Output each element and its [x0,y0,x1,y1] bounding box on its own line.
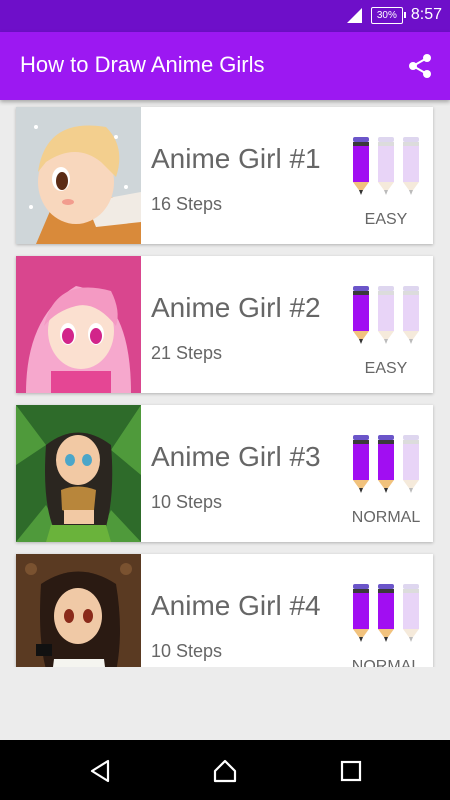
battery-icon: 30% [370,6,406,24]
signal-icon [346,8,362,23]
tutorial-thumbnail [16,554,141,667]
tutorial-card[interactable]: Anime Girl #3 10 Steps NORMAL [16,405,433,542]
status-icons: 30% 8:57 [345,6,442,24]
pencil-icon-empty [378,137,394,195]
difficulty-rating [353,286,419,344]
tutorial-thumbnail [16,107,141,244]
difficulty-rating [353,435,419,493]
app-bar: How to Draw Anime Girls [0,32,450,100]
pencil-icon-empty [378,286,394,344]
status-bar: 30% 8:57 [0,0,450,32]
difficulty-rating [353,584,419,642]
home-icon[interactable] [212,758,238,784]
tutorial-name: Anime Girl #4 [151,590,321,621]
pencil-icon-empty [403,286,419,344]
tutorial-name: Anime Girl #2 [151,292,321,323]
app-title: How to Draw Anime Girls [20,52,265,77]
recents-icon[interactable] [338,758,364,784]
share-icon[interactable] [406,52,434,80]
status-time: 8:57 [410,6,442,23]
pencil-icon-empty [403,584,419,642]
difficulty-rating [353,137,419,195]
pencil-icon-filled [378,584,394,642]
tutorial-steps: 10 Steps [151,492,223,512]
tutorial-card[interactable]: Anime Girl #2 21 Steps EASY [16,256,433,393]
navigation-bar [0,740,450,800]
tutorial-card[interactable]: Anime Girl #1 16 Steps EASY [16,107,433,244]
tutorial-thumbnail [16,405,141,542]
pencil-icon-filled [378,435,394,493]
tutorial-name: Anime Girl #1 [151,143,321,174]
pencil-icon-filled [353,584,369,642]
pencil-icon-filled [353,435,369,493]
tutorial-thumbnail [16,256,141,393]
tutorial-card[interactable]: Anime Girl #4 10 Steps NORMAL [16,554,433,667]
pencil-icon-empty [403,137,419,195]
tutorial-steps: 16 Steps [151,194,223,214]
pencil-icon-filled [353,137,369,195]
difficulty-label: NORMAL [351,658,421,667]
tutorial-steps: 10 Steps [151,641,223,661]
difficulty-label: NORMAL [351,509,421,526]
tutorial-steps: 21 Steps [151,343,223,363]
pencil-icon-empty [403,435,419,493]
difficulty-label: EASY [364,360,408,377]
pencil-icon-filled [353,286,369,344]
tutorial-list: Anime Girl #1 16 Steps EASY Anime Girl #… [0,100,450,667]
difficulty-label: EASY [364,211,408,228]
tutorial-name: Anime Girl #3 [151,441,321,472]
battery-level: 30% [376,9,397,21]
back-icon[interactable] [88,758,114,784]
